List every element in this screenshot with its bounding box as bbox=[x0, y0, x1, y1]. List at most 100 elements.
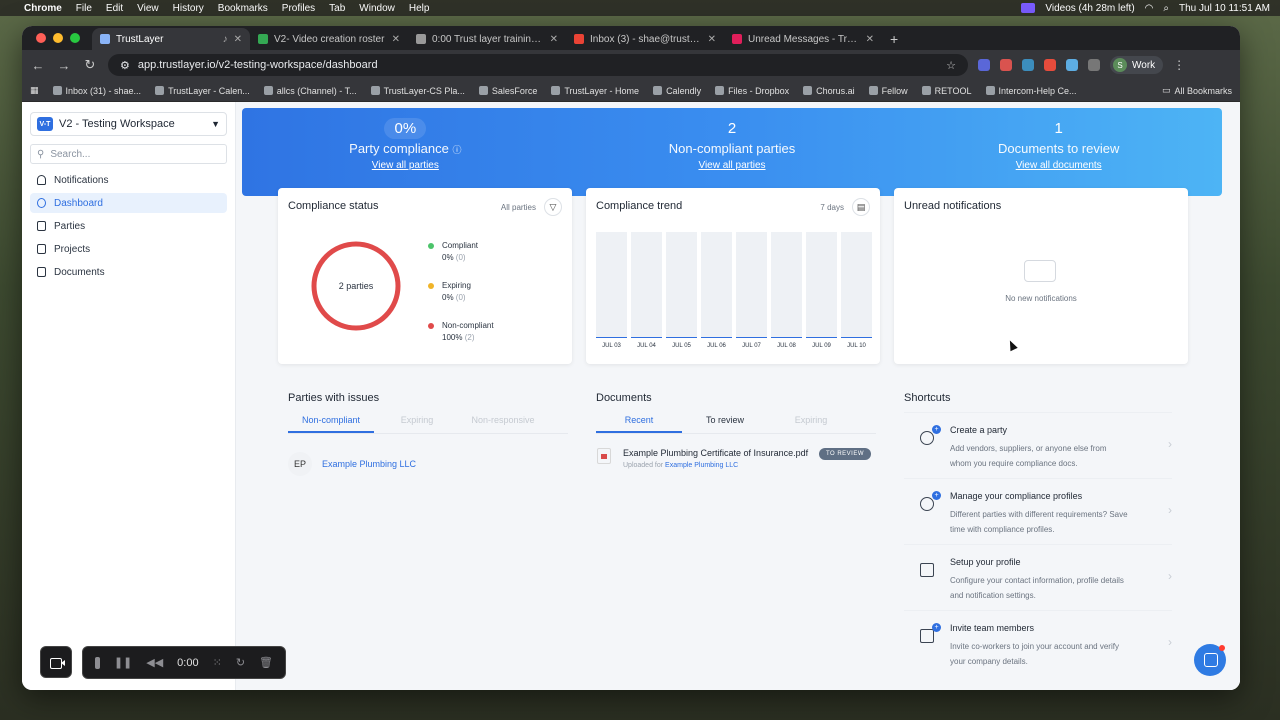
view-all-parties-link[interactable]: View all parties bbox=[698, 160, 765, 171]
apps-grid-icon[interactable]: ▦ bbox=[30, 85, 39, 96]
back-icon[interactable]: ← bbox=[30, 58, 46, 73]
reload-icon[interactable]: ↻ bbox=[82, 57, 98, 73]
menubar-window[interactable]: Window bbox=[359, 3, 395, 14]
browser-tab-trustlayer[interactable]: TrustLayer ♪ ✕ bbox=[92, 28, 250, 50]
bookmark-item[interactable]: Chorus.ai bbox=[803, 86, 855, 96]
extension-icon[interactable] bbox=[1022, 59, 1034, 71]
browser-tab-video-roster[interactable]: V2- Video creation roster ✕ bbox=[250, 28, 408, 50]
bookmark-item[interactable]: allcs (Channel) - T... bbox=[263, 86, 357, 96]
search-input[interactable] bbox=[50, 148, 220, 160]
document-row[interactable]: Example Plumbing Certificate of Insuranc… bbox=[597, 448, 871, 478]
menubar-tab[interactable]: Tab bbox=[329, 3, 345, 14]
profile-button[interactable]: S Work bbox=[1110, 56, 1164, 74]
browser-tab-slack[interactable]: Unread Messages - TrustLayer ✕ bbox=[724, 28, 882, 50]
donut-center-label: 2 parties bbox=[339, 281, 374, 291]
filter-icon[interactable]: ▽ bbox=[544, 198, 562, 216]
trend-day-label: JUL 08 bbox=[777, 343, 796, 349]
shortcut-create-party[interactable]: + Create a party Add vendors, suppliers,… bbox=[904, 412, 1172, 476]
card-title: Compliance status bbox=[288, 200, 379, 212]
url-text[interactable]: app.trustlayer.io/v2-testing-workspace/d… bbox=[138, 59, 378, 71]
view-all-parties-link[interactable]: View all parties bbox=[372, 160, 439, 171]
view-all-documents-link[interactable]: View all documents bbox=[1016, 160, 1102, 171]
browser-tab-inbox[interactable]: Inbox (3) - shae@trustlayer.io ✕ bbox=[566, 28, 724, 50]
menubar-profiles[interactable]: Profiles bbox=[282, 3, 315, 14]
puzzle-icon[interactable] bbox=[1088, 59, 1100, 71]
tab-recent[interactable]: Recent bbox=[596, 415, 682, 433]
menubar-help[interactable]: Help bbox=[409, 3, 430, 14]
sidebar-item-projects[interactable]: Projects bbox=[30, 239, 227, 259]
close-tab-icon[interactable]: ✕ bbox=[550, 34, 558, 45]
forward-icon[interactable]: → bbox=[56, 58, 72, 73]
menubar-edit[interactable]: Edit bbox=[106, 3, 123, 14]
pause-icon[interactable]: ❚❚ bbox=[114, 656, 132, 669]
calendar-icon[interactable]: ▤ bbox=[852, 198, 870, 216]
all-bookmarks-button[interactable]: ▭ All Bookmarks bbox=[1162, 85, 1232, 96]
menubar-bookmarks[interactable]: Bookmarks bbox=[218, 3, 268, 14]
screen-record-icon[interactable] bbox=[1021, 3, 1036, 13]
close-window-icon[interactable] bbox=[36, 33, 46, 43]
videos-status[interactable]: Videos (4h 28m left) bbox=[1045, 3, 1134, 14]
tab-non-responsive[interactable]: Non-responsive bbox=[460, 415, 546, 433]
maximize-window-icon[interactable] bbox=[70, 33, 80, 43]
extension-icon[interactable] bbox=[1044, 59, 1056, 71]
tab-expiring[interactable]: Expiring bbox=[768, 415, 854, 433]
menubar-clock[interactable]: Thu Jul 10 11:51 AM bbox=[1179, 3, 1270, 14]
info-icon[interactable]: ⓘ bbox=[453, 145, 462, 155]
bookmark-star-icon[interactable]: ☆ bbox=[946, 59, 956, 72]
shortcut-setup-profile[interactable]: Setup your profile Configure your contac… bbox=[904, 544, 1172, 608]
wifi-icon[interactable]: ◠ bbox=[1145, 3, 1154, 14]
restart-icon[interactable]: ↻ bbox=[236, 656, 245, 669]
address-bar[interactable]: ⚙ app.trustlayer.io/v2-testing-workspace… bbox=[108, 54, 968, 76]
grid-icon[interactable]: ⁙ bbox=[213, 656, 222, 669]
shortcut-invite-team[interactable]: + Invite team members Invite co-workers … bbox=[904, 610, 1172, 674]
uploaded-for-link[interactable]: Example Plumbing LLC bbox=[665, 462, 738, 469]
extension-icon[interactable] bbox=[1066, 59, 1078, 71]
range-label: 7 days bbox=[820, 202, 844, 212]
close-tab-icon[interactable]: ✕ bbox=[234, 34, 242, 45]
bookmark-item[interactable]: RETOOL bbox=[921, 86, 972, 96]
workspace-switcher[interactable]: V-T V2 - Testing Workspace ▼ bbox=[30, 112, 227, 136]
search-icon[interactable]: ⌕ bbox=[1163, 3, 1169, 14]
menubar-file[interactable]: File bbox=[76, 3, 92, 14]
bookmark-item[interactable]: TrustLayer-CS Pla... bbox=[370, 86, 465, 96]
bookmark-item[interactable]: Calendly bbox=[653, 86, 701, 96]
bookmark-item[interactable]: SalesForce bbox=[478, 86, 537, 96]
sidebar-item-dashboard[interactable]: Dashboard bbox=[30, 193, 227, 213]
extension-icon[interactable] bbox=[978, 59, 990, 71]
extension-icon[interactable] bbox=[1000, 59, 1012, 71]
bookmark-item[interactable]: Fellow bbox=[868, 86, 908, 96]
tab-expiring[interactable]: Expiring bbox=[374, 415, 460, 433]
tab-non-compliant[interactable]: Non-compliant bbox=[288, 415, 374, 433]
more-menu-icon[interactable]: ⋮ bbox=[1173, 58, 1185, 72]
bookmark-item[interactable]: TrustLayer - Home bbox=[551, 86, 639, 96]
rewind-icon[interactable]: ◀◀ bbox=[146, 656, 163, 669]
close-tab-icon[interactable]: ✕ bbox=[392, 34, 400, 45]
parties-issues-title: Parties with issues bbox=[288, 392, 380, 404]
sidebar-item-parties[interactable]: Parties bbox=[30, 216, 227, 236]
browser-tab-training[interactable]: 0:00 Trust layer training, add ✕ bbox=[408, 28, 566, 50]
bookmark-item[interactable]: TrustLayer - Calen... bbox=[155, 86, 250, 96]
close-tab-icon[interactable]: ✕ bbox=[708, 34, 716, 45]
bookmark-item[interactable]: Files - Dropbox bbox=[715, 86, 789, 96]
support-chat-button[interactable] bbox=[1194, 644, 1226, 676]
party-row[interactable]: EP Example Plumbing LLC bbox=[288, 452, 416, 476]
shortcut-compliance-profiles[interactable]: + Manage your compliance profiles Differ… bbox=[904, 478, 1172, 542]
menubar-view[interactable]: View bbox=[137, 3, 159, 14]
site-info-icon[interactable]: ⚙ bbox=[120, 59, 130, 72]
trash-icon[interactable]: 🗑 bbox=[259, 656, 273, 669]
menubar-app-name[interactable]: Chrome bbox=[24, 3, 62, 14]
recorder-camera-button[interactable] bbox=[40, 646, 72, 678]
stop-recording-icon[interactable] bbox=[95, 656, 100, 669]
bookmark-item[interactable]: Intercom-Help Ce... bbox=[985, 86, 1077, 96]
new-tab-button[interactable]: + bbox=[882, 28, 906, 50]
party-name-link[interactable]: Example Plumbing LLC bbox=[322, 459, 416, 469]
sidebar-item-notifications[interactable]: Notifications bbox=[30, 170, 227, 190]
bookmark-item[interactable]: Inbox (31) - shae... bbox=[52, 86, 141, 96]
menubar-history[interactable]: History bbox=[173, 3, 204, 14]
minimize-window-icon[interactable] bbox=[53, 33, 63, 43]
document-name[interactable]: Example Plumbing Certificate of Insuranc… bbox=[623, 448, 808, 458]
tab-to-review[interactable]: To review bbox=[682, 415, 768, 433]
sidebar-item-documents[interactable]: Documents bbox=[30, 262, 227, 282]
close-tab-icon[interactable]: ✕ bbox=[866, 34, 874, 45]
audio-icon[interactable]: ♪ bbox=[223, 34, 228, 45]
